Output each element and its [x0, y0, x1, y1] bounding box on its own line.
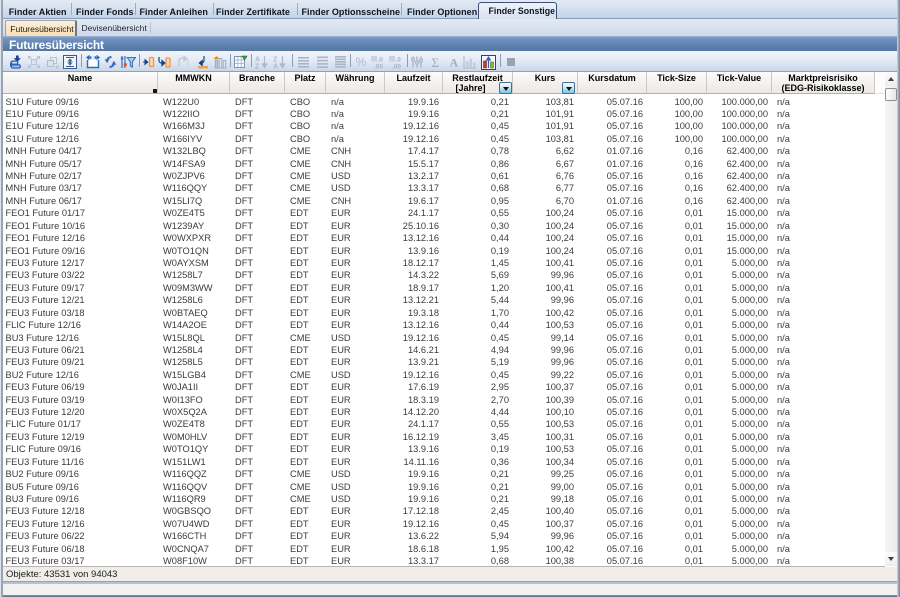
svg-text:%: %: [356, 55, 367, 69]
svg-text:Z: Z: [255, 64, 260, 70]
svg-text:Z: Z: [273, 57, 278, 64]
svg-text:A: A: [273, 64, 278, 70]
svg-text:Σ: Σ: [432, 55, 440, 69]
svg-text:.00: .00: [374, 64, 383, 70]
svg-text:A: A: [255, 57, 260, 64]
svg-text:.0: .0: [378, 57, 384, 64]
svg-text:.00: .00: [392, 64, 401, 70]
svg-text:.0: .0: [396, 57, 402, 64]
svg-text:A: A: [450, 56, 459, 70]
